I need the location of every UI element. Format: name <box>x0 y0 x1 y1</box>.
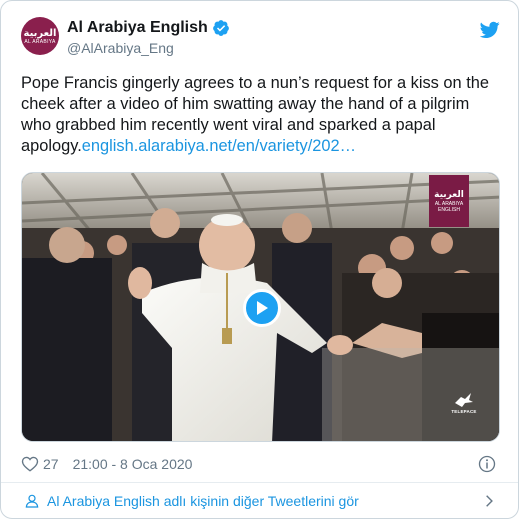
avatar-logo-english: AL ARABIYA <box>24 38 56 45</box>
person-icon <box>25 494 39 508</box>
verified-badge-icon <box>212 20 229 36</box>
like-count[interactable]: 27 <box>43 456 59 472</box>
embedded-tweet: العربية AL ARABIYA Al Arabiya English @A… <box>0 0 519 519</box>
author-avatar[interactable]: العربية AL ARABIYA <box>21 17 59 55</box>
tweet-footer: 27 21:00 - 8 Oca 2020 <box>21 453 498 475</box>
author-handle[interactable]: @AlArabiya_Eng <box>67 40 230 56</box>
chevron-right-icon <box>486 495 493 507</box>
tweet-header: العربية AL ARABIYA Al Arabiya English @A… <box>21 17 502 61</box>
heart-icon[interactable] <box>21 455 39 473</box>
twitter-bird-icon[interactable] <box>480 21 500 39</box>
avatar-logo-arabic: العربية <box>23 27 57 39</box>
media-logo-english: AL ARABIYA ENGLISH <box>434 200 464 213</box>
tweet-timestamp[interactable]: 21:00 - 8 Oca 2020 <box>73 456 193 472</box>
media-logo-arabic: العربية <box>434 189 464 200</box>
telepace-label: TELEPACE <box>451 409 477 414</box>
tweet-text: Pope Francis gingerly agrees to a nun’s … <box>21 73 501 157</box>
al-arabiya-logo: العربية AL ARABIYA ENGLISH <box>429 175 469 227</box>
tweet-link[interactable]: english.alarabiya.net/en/variety/202… <box>82 137 356 155</box>
more-tweets-label[interactable]: Al Arabiya English adlı kişinin diğer Tw… <box>47 493 359 509</box>
tweet-video[interactable]: العربية AL ARABIYA ENGLISH TELEPACE <box>21 172 500 442</box>
more-tweets-link[interactable]: Al Arabiya English adlı kişinin diğer Tw… <box>1 483 518 518</box>
author-names: Al Arabiya English @AlArabiya_Eng <box>67 18 230 56</box>
author-display-name[interactable]: Al Arabiya English <box>67 19 208 37</box>
info-icon[interactable] <box>478 455 496 473</box>
play-icon <box>257 301 268 315</box>
telepace-watermark: TELEPACE <box>449 391 479 421</box>
play-button[interactable] <box>243 289 281 327</box>
telepace-dove-icon <box>455 393 473 407</box>
